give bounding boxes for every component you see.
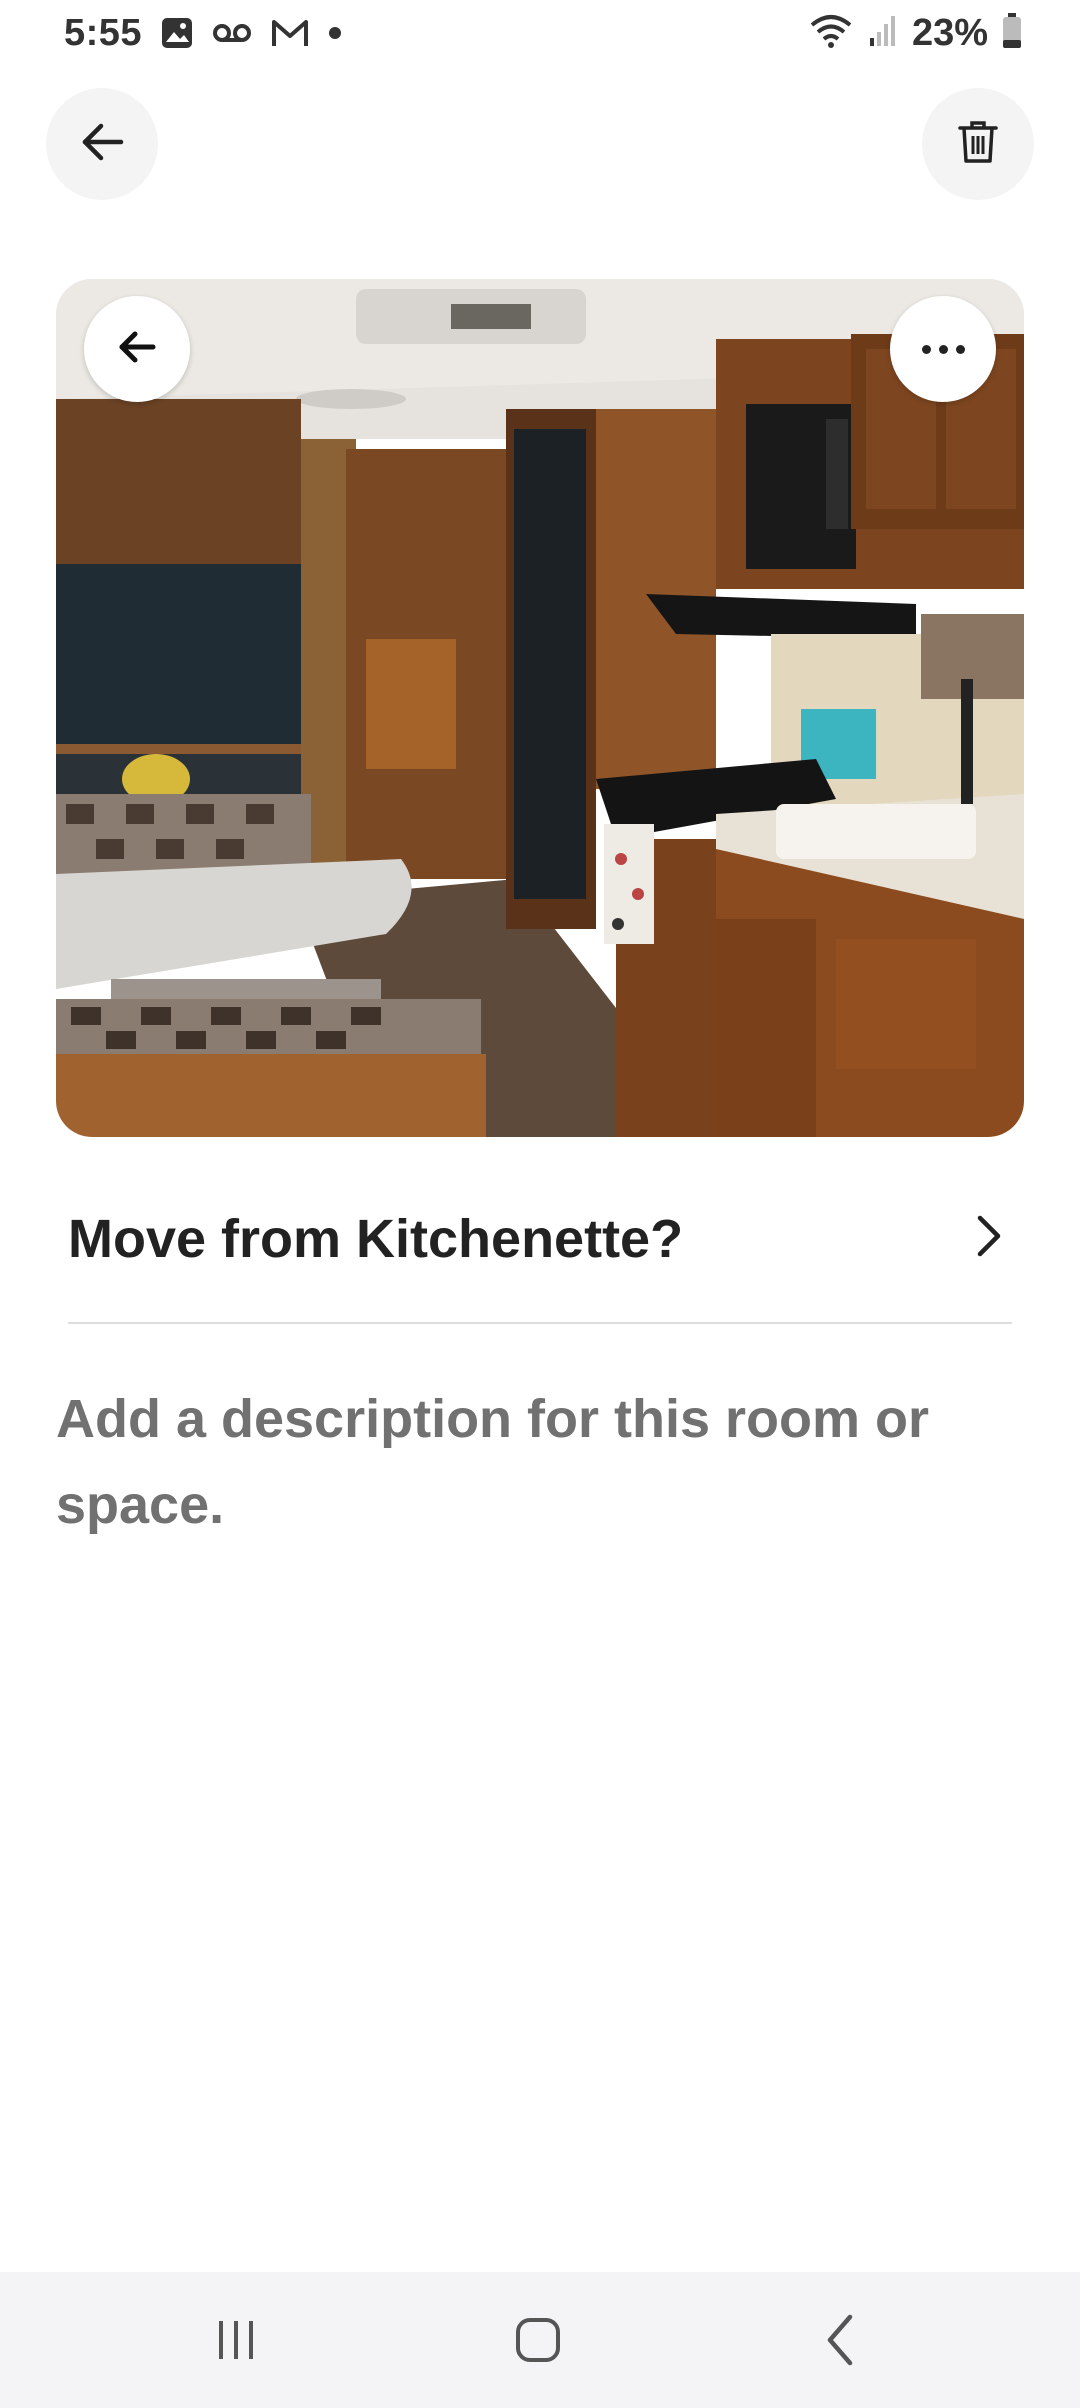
battery-percent: 23%	[911, 12, 988, 54]
recent-apps-icon	[211, 2317, 261, 2368]
dot-icon	[328, 26, 342, 45]
arrow-left-icon	[79, 122, 125, 167]
photo-back-button[interactable]	[84, 296, 190, 402]
status-bar: 5:55 23%	[0, 0, 1080, 70]
status-notification-icons	[160, 16, 342, 55]
gallery-icon	[160, 16, 194, 55]
system-nav-bar	[0, 2272, 1080, 2408]
chevron-right-icon	[968, 1206, 1012, 1266]
gmail-icon	[270, 18, 310, 53]
home-button[interactable]	[498, 2302, 578, 2382]
status-time: 5:55	[64, 12, 143, 54]
trash-icon	[958, 120, 998, 169]
photo-more-button[interactable]	[890, 296, 996, 402]
wifi-icon	[808, 13, 854, 54]
nav-back-button[interactable]	[800, 2302, 880, 2382]
battery-icon	[1002, 13, 1022, 54]
room-title: Move from Kitchenette?	[68, 1209, 684, 1269]
home-icon	[513, 2315, 563, 2370]
status-system-icons: 23%	[808, 12, 1022, 55]
room-select-row[interactable]: Move from Kitchenette?	[68, 1178, 1012, 1324]
recent-apps-button[interactable]	[196, 2302, 276, 2382]
photo-image	[56, 279, 1024, 1137]
description-field[interactable]: Add a description for this room or space…	[56, 1376, 1024, 1548]
more-horizontal-icon	[921, 344, 965, 354]
back-icon	[820, 2313, 860, 2372]
delete-button[interactable]	[922, 88, 1034, 200]
back-button[interactable]	[46, 88, 158, 200]
room-photo[interactable]	[56, 279, 1024, 1137]
arrow-left-icon	[117, 330, 157, 369]
signal-icon	[868, 14, 898, 53]
voicemail-icon	[212, 18, 252, 53]
